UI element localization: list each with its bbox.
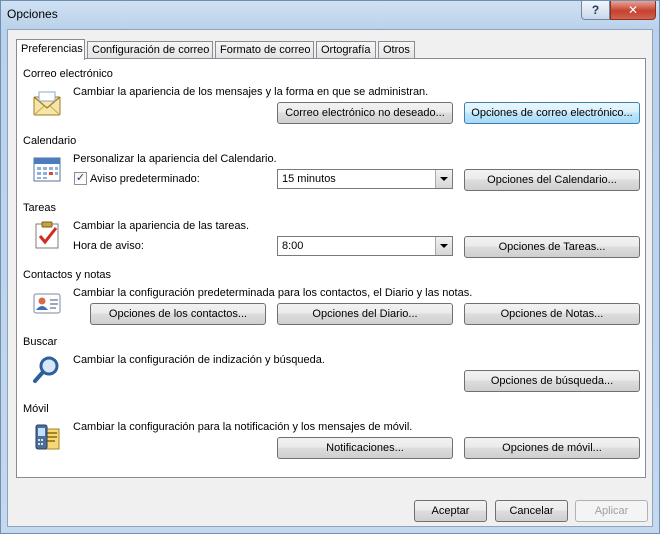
tab-otros[interactable]: Otros [378,41,415,59]
tasks-description: Cambiar la apariencia de las tareas. [73,220,250,232]
contact-options-button[interactable]: Opciones de los contactos... [90,303,266,325]
calendar-options-button[interactable]: Opciones del Calendario... [464,169,640,191]
search-description: Cambiar la configuración de indización y… [73,354,325,366]
contact-card-icon [33,293,61,314]
section-divider [55,409,639,410]
section-divider [117,275,639,276]
section-title-tasks: Tareas [23,202,57,214]
mobile-description: Cambiar la configuración para la notific… [73,421,413,433]
mobile-options-button[interactable]: Opciones de móvil... [464,437,640,459]
mail-description: Cambiar la apariencia de los mensajes y … [73,86,429,98]
mail-options-button[interactable]: Opciones de correo electrónico... [464,102,640,124]
cancel-button[interactable]: Cancelar [495,500,568,522]
task-checklist-icon [35,221,59,249]
envelope-icon [33,91,61,116]
window-title: Opciones [7,7,58,21]
section-title-calendar: Calendario [23,135,77,147]
default-reminder-label: Aviso predeterminado: [90,173,200,185]
task-reminder-label: Hora de aviso: [73,240,144,252]
section-divider [60,342,639,343]
chevron-down-icon[interactable] [435,237,452,255]
accept-button[interactable]: Aceptar [414,500,487,522]
section-title-mobile: Móvil [23,403,49,415]
preferences-panel: Correo electrónico Cambiar la apariencia… [16,58,646,478]
section-title-mail: Correo electrónico [23,68,113,80]
title-bar: Opciones ? ✕ [1,1,660,29]
contacts-description: Cambiar la configuración predeterminada … [73,287,473,299]
tab-formato-correo[interactable]: Formato de correo [215,41,314,59]
task-reminder-value: 8:00 [282,240,304,252]
section-divider [79,141,639,142]
apply-button[interactable]: Aplicar [575,500,648,522]
mobile-phone-icon [35,424,60,450]
calendar-icon [33,157,61,182]
section-title-search: Buscar [23,336,58,348]
default-reminder-value: 15 minutos [282,173,336,185]
section-divider [117,74,639,75]
notifications-button[interactable]: Notificaciones... [277,437,453,459]
junk-mail-button[interactable]: Correo electrónico no deseado... [277,102,453,124]
options-dialog: Opciones ? ✕ Preferencias Configuración … [0,0,660,534]
tab-preferencias[interactable]: Preferencias [16,39,85,60]
close-button[interactable]: ✕ [610,1,656,20]
task-options-button[interactable]: Opciones de Tareas... [464,236,640,258]
dialog-client-area: Preferencias Configuración de correo For… [7,29,653,527]
task-reminder-time-select[interactable]: 8:00 [277,236,453,256]
section-divider [60,208,639,209]
calendar-description: Personalizar la apariencia del Calendari… [73,153,277,165]
help-button[interactable]: ? [581,1,610,20]
chevron-down-icon[interactable] [435,170,452,188]
tab-configuracion-correo[interactable]: Configuración de correo [87,41,213,59]
default-reminder-select[interactable]: 15 minutos [277,169,453,189]
notes-options-button[interactable]: Opciones de Notas... [464,303,640,325]
default-reminder-checkbox[interactable]: ✓ [74,172,87,185]
magnifier-icon [33,356,59,383]
tab-ortografia[interactable]: Ortografía [316,41,376,59]
section-title-contacts: Contactos y notas [23,269,112,281]
journal-options-button[interactable]: Opciones del Diario... [277,303,453,325]
search-options-button[interactable]: Opciones de búsqueda... [464,370,640,392]
